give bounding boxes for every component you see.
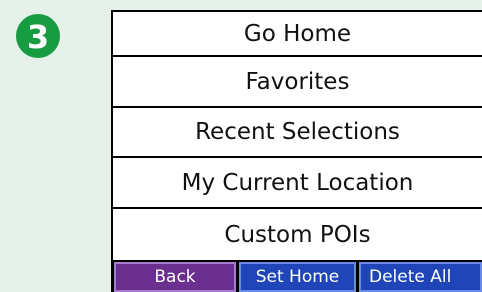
menu-item-my-current-location[interactable]: My Current Location (113, 158, 482, 207)
menu-item-favorites[interactable]: Favorites (113, 57, 482, 106)
menu-item-recent-selections[interactable]: Recent Selections (113, 108, 482, 156)
set-home-button[interactable]: Set Home (239, 262, 356, 292)
menu-item-custom-pois[interactable]: Custom POIs (113, 209, 482, 260)
delete-all-button[interactable]: Delete All (359, 262, 482, 292)
where-to-menu: Go Home Favorites Recent Selections My C… (111, 10, 482, 292)
step-3-badge: 3 (16, 14, 60, 58)
back-button[interactable]: Back (114, 262, 236, 292)
step-number: 3 (26, 17, 50, 56)
menu-item-go-home[interactable]: Go Home (113, 12, 482, 55)
